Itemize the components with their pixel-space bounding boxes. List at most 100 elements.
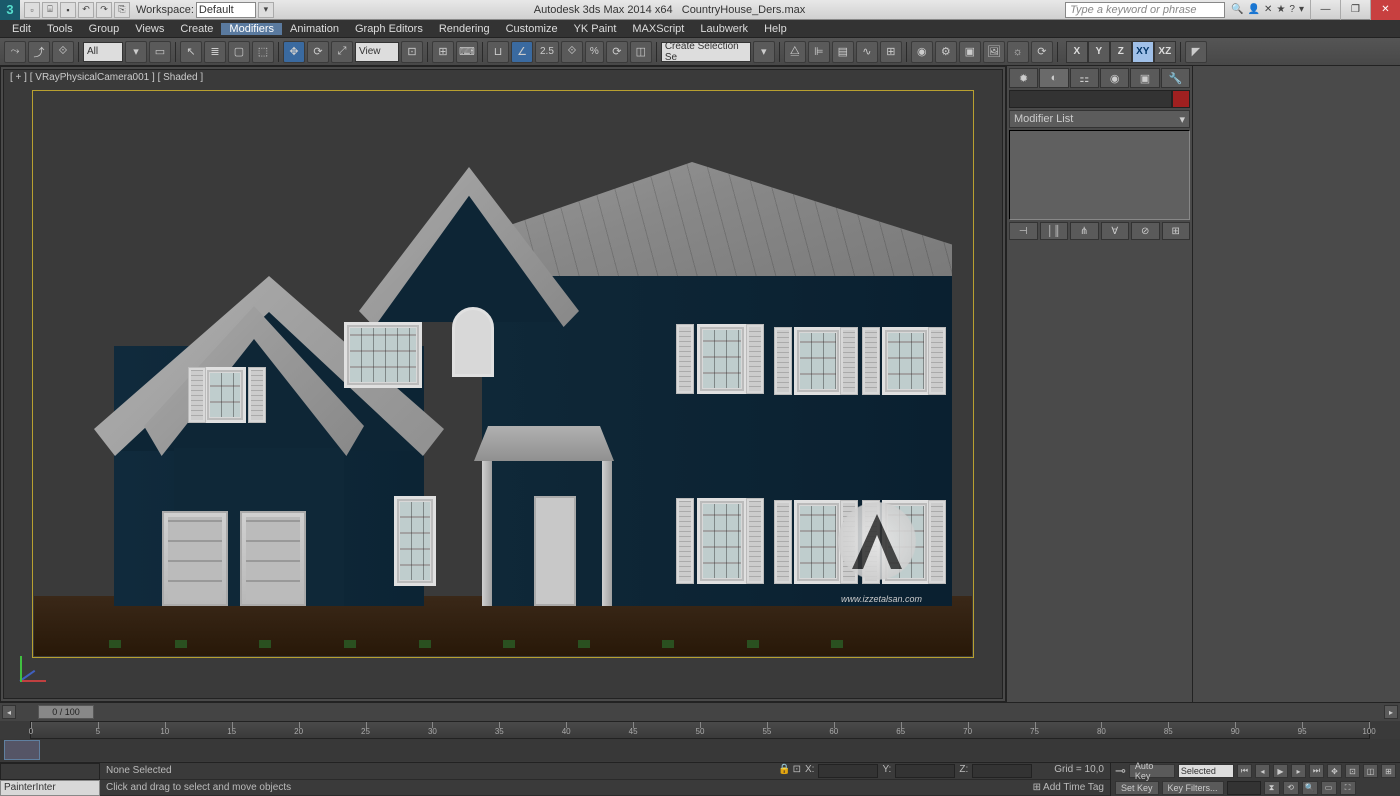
bind-icon[interactable]: ⟐ — [52, 41, 74, 63]
menu-edit[interactable]: Edit — [4, 23, 39, 35]
menu-laubwerk[interactable]: Laubwerk — [692, 23, 756, 35]
redo-icon[interactable]: ↷ — [96, 2, 112, 18]
menu-customize[interactable]: Customize — [498, 23, 566, 35]
menu-views[interactable]: Views — [127, 23, 172, 35]
search-input[interactable]: Type a keyword or phrase — [1065, 2, 1225, 18]
nav-fov-icon[interactable]: ◫ — [1363, 764, 1378, 778]
pin-stack-icon[interactable]: ⊣ — [1009, 222, 1038, 240]
selection-dropdown-icon[interactable]: ▾ — [753, 41, 775, 63]
favorite-icon[interactable]: ★ — [1276, 4, 1285, 15]
modifier-stack[interactable] — [1009, 130, 1190, 220]
display-tab-icon[interactable]: ▣ — [1130, 68, 1159, 88]
sets-icon[interactable]: ⊞ — [1162, 222, 1191, 240]
nav-orbit-icon[interactable]: ⟲ — [1283, 781, 1299, 795]
close-button[interactable]: ✕ — [1370, 0, 1400, 20]
menu-rendering[interactable]: Rendering — [431, 23, 498, 35]
axis-xz[interactable]: XZ — [1154, 41, 1176, 63]
menu-ykpaint[interactable]: YK Paint — [566, 23, 625, 35]
time-tag-icon[interactable]: ⊞ — [1033, 782, 1041, 793]
edged-faces-icon[interactable]: ◫ — [630, 41, 652, 63]
manipulate-icon[interactable]: ⊞ — [432, 41, 454, 63]
render-frame-icon[interactable]: ▣ — [959, 41, 981, 63]
app-icon[interactable]: 3 — [0, 0, 20, 20]
render-setup-icon[interactable]: ⚙ — [935, 41, 957, 63]
filter-dropdown-icon[interactable]: ▾ — [125, 41, 147, 63]
material-editor-icon[interactable]: ◉ — [911, 41, 933, 63]
setkey-button[interactable]: Set Key — [1115, 781, 1159, 795]
render-prod-icon[interactable]: ☼ — [1007, 41, 1029, 63]
key-filters-button[interactable]: Key Filters... — [1162, 781, 1224, 795]
object-name-input[interactable] — [1009, 90, 1172, 108]
align-icon[interactable]: ⊫ — [808, 41, 830, 63]
exchange-icon[interactable]: ✕ — [1264, 4, 1272, 15]
workspace-more-icon[interactable]: ▾ — [258, 2, 274, 18]
time-ruler[interactable]: 0510152025303540455055606570758085909510… — [30, 721, 1370, 739]
motion-tab-icon[interactable]: ◉ — [1100, 68, 1129, 88]
selection-filter-combo[interactable]: All — [83, 42, 123, 62]
modify-tab-icon[interactable]: ◐ — [1039, 68, 1068, 88]
menu-group[interactable]: Group — [81, 23, 128, 35]
modifier-list-combo[interactable]: Modifier List▾ — [1009, 110, 1190, 128]
nav-region-icon[interactable]: ▭ — [1321, 781, 1337, 795]
track-thumb[interactable] — [4, 740, 40, 760]
axis-y[interactable]: Y — [1088, 41, 1110, 63]
menu-modifiers[interactable]: Modifiers — [221, 23, 282, 35]
menu-tools[interactable]: Tools — [39, 23, 81, 35]
spinner-snap-icon[interactable]: ⟳ — [606, 41, 628, 63]
render-iter-icon[interactable]: ⟳ — [1031, 41, 1053, 63]
dropdown-icon[interactable]: ▾ — [1299, 4, 1304, 15]
snap-value[interactable]: 2.5 — [535, 41, 559, 63]
signin-icon[interactable]: 👤 — [1248, 4, 1260, 15]
nav-zoom-icon[interactable]: ⊡ — [1345, 764, 1360, 778]
goto-end-icon[interactable]: ⏭ — [1309, 764, 1324, 778]
menu-help[interactable]: Help — [756, 23, 795, 35]
play-icon[interactable]: ▶ — [1273, 764, 1288, 778]
viewport[interactable]: [ + ] [ VRayPhysicalCamera001 ] [ Shaded… — [3, 69, 1003, 699]
select-link-icon[interactable]: ⤳ — [4, 41, 26, 63]
window-crossing-icon[interactable]: ▭ — [149, 41, 171, 63]
percent-snap-icon[interactable]: ⟐ — [561, 41, 583, 63]
select-name-icon[interactable]: ≣ — [204, 41, 226, 63]
select-object-icon[interactable]: ↖ — [180, 41, 202, 63]
angle-snap-icon[interactable]: ∠ — [511, 41, 533, 63]
workspace-combo[interactable]: Default — [196, 2, 256, 18]
unique-icon[interactable]: ⋔ — [1070, 222, 1099, 240]
schematic-icon[interactable]: ⊞ — [880, 41, 902, 63]
rotate-icon[interactable]: ⟳ — [307, 41, 329, 63]
link-icon[interactable]: ⎘ — [114, 2, 130, 18]
nav-pan-icon[interactable]: ✥ — [1327, 764, 1342, 778]
select-region-icon[interactable]: ▢ — [228, 41, 250, 63]
remove-mod-icon[interactable]: ∀ — [1101, 222, 1130, 240]
menu-animation[interactable]: Animation — [282, 23, 347, 35]
ref-coord-combo[interactable]: View — [355, 42, 399, 62]
time-slider-handle[interactable]: 0 / 100 — [38, 705, 94, 719]
unlink-icon[interactable]: ⤴ — [28, 41, 50, 63]
autokey-button[interactable]: Auto Key — [1129, 764, 1175, 778]
nav-maximize-icon[interactable]: ⛶ — [1340, 781, 1356, 795]
time-prev-icon[interactable]: ◂ — [2, 705, 16, 719]
time-config-icon[interactable]: ⧗ — [1264, 781, 1280, 795]
key-mode-combo[interactable]: Selected — [1178, 764, 1234, 778]
configure-icon[interactable]: ⊘ — [1131, 222, 1160, 240]
menu-grapheditors[interactable]: Graph Editors — [347, 23, 431, 35]
undo-icon[interactable]: ↶ — [78, 2, 94, 18]
utilities-tab-icon[interactable]: 🔧 — [1161, 68, 1190, 88]
menu-create[interactable]: Create — [172, 23, 221, 35]
minimize-button[interactable]: — — [1310, 0, 1340, 20]
snap-toggle-icon[interactable]: ⊔ — [487, 41, 509, 63]
next-frame-icon[interactable]: ▸ — [1291, 764, 1306, 778]
use-center-icon[interactable]: ⊡ — [401, 41, 423, 63]
open-icon[interactable]: ⌸ — [42, 2, 58, 18]
keyboard-shortcut-icon[interactable]: ⌨ — [456, 41, 478, 63]
save-icon[interactable]: ▪ — [60, 2, 76, 18]
current-frame-input[interactable] — [1227, 781, 1261, 795]
extra-tool-icon[interactable]: ◤ — [1185, 41, 1207, 63]
nav-zoom2-icon[interactable]: 🔍 — [1302, 781, 1318, 795]
layers-icon[interactable]: ▤ — [832, 41, 854, 63]
nav-max-icon[interactable]: ⊞ — [1381, 764, 1396, 778]
mirror-icon[interactable]: ⧋ — [784, 41, 806, 63]
axis-x[interactable]: X — [1066, 41, 1088, 63]
create-tab-icon[interactable]: ✹ — [1009, 68, 1038, 88]
new-icon[interactable]: ▫ — [24, 2, 40, 18]
search-go-icon[interactable]: 🔍 — [1231, 4, 1243, 15]
